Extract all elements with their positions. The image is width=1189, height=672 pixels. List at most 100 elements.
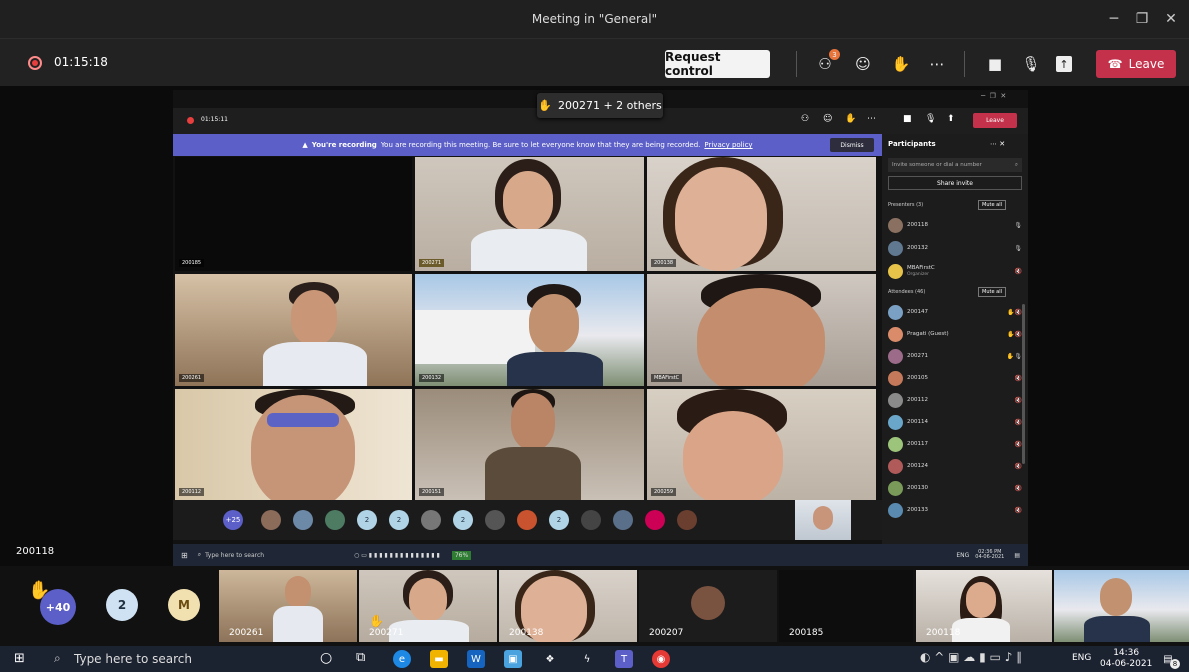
avatar[interactable]: 2 [357, 510, 377, 530]
mute-all-button[interactable]: Mute all [978, 287, 1006, 297]
dropbox-icon[interactable]: ❖ [541, 650, 559, 668]
avatar[interactable]: 2 [389, 510, 409, 530]
participant-row[interactable]: 200105 🔇 [888, 367, 1022, 389]
privacy-link[interactable]: Privacy policy [704, 141, 752, 149]
participant-row[interactable]: Pragati (Guest) ✋🔇 [888, 323, 1022, 345]
reactions-icon[interactable]: ✋ [845, 114, 856, 124]
dismiss-button[interactable]: Dismiss [830, 138, 874, 152]
request-control-button[interactable]: Request control [665, 50, 770, 78]
windows-taskbar: ⊞ ⌕ Type here to search ○ ⧉ e ▬ W ▣ ❖ ϟ … [0, 646, 1189, 672]
participant-row[interactable]: 200117 🔇 [888, 433, 1022, 455]
participant-row[interactable]: 200271 ✋🎙 [888, 345, 1022, 367]
avatar[interactable]: 2 [106, 589, 138, 621]
language-indicator[interactable]: ENG [1072, 653, 1091, 663]
avatar[interactable]: M [168, 589, 200, 621]
recording-icon [187, 117, 194, 124]
avatar[interactable] [645, 510, 665, 530]
store-icon[interactable]: ▣ [504, 650, 522, 668]
video-tile[interactable]: 200261 [175, 274, 412, 386]
avatar[interactable] [293, 510, 313, 530]
overflow-avatar[interactable]: +25 [223, 510, 243, 530]
avatar[interactable] [581, 510, 601, 530]
avatar[interactable] [677, 510, 697, 530]
cortana-icon[interactable]: ○ [320, 650, 332, 666]
video-tile[interactable] [1054, 570, 1189, 642]
video-tile[interactable]: 200259 [647, 389, 876, 500]
video-tile[interactable]: 200132 [415, 274, 644, 386]
more-options-icon[interactable]: ⋯ [924, 51, 950, 77]
edge-icon[interactable]: e [393, 650, 411, 668]
avatar[interactable] [517, 510, 537, 530]
lightning-icon[interactable]: ϟ [578, 650, 596, 668]
notification-icon[interactable]: ▤ [1014, 552, 1020, 559]
video-tile[interactable]: MBAFirstC [647, 274, 876, 386]
battery-indicator: 76% [451, 550, 472, 560]
participant-row[interactable]: 200132 🎙 [888, 237, 1022, 259]
inner-leave-button[interactable]: Leave [973, 113, 1017, 128]
video-tile[interactable]: 200185 [175, 157, 412, 271]
file-explorer-icon[interactable]: ▬ [430, 650, 448, 668]
share-screen-icon[interactable]: ↑ [1056, 56, 1072, 72]
avatar[interactable]: 2 [453, 510, 473, 530]
video-tile[interactable]: 200261 [219, 570, 357, 642]
invite-input[interactable]: Invite someone or dial a number ⌕ [888, 158, 1022, 172]
inner-search-box[interactable]: Type here to search [205, 552, 264, 559]
camera-icon[interactable]: ■ [903, 114, 912, 124]
avatar[interactable] [613, 510, 633, 530]
reactions-icon[interactable]: ✋ [888, 51, 914, 77]
mute-all-button[interactable]: Mute all [978, 200, 1006, 210]
participants-icon[interactable]: ⚇ [801, 114, 809, 124]
system-tray-icons[interactable]: ◐ ^ ▣ ☁ ▮ ▭ ♪ ∥ [920, 650, 1022, 664]
more-options-icon[interactable]: ⋯ [867, 114, 876, 124]
meeting-timer: 01:15:18 [54, 55, 108, 69]
avatar[interactable]: 2 [549, 510, 569, 530]
participant-row[interactable]: MBAFirstC Organizer 🔇 [888, 260, 1022, 282]
video-tile[interactable]: ✋ 200271 [359, 570, 497, 642]
divider [796, 51, 797, 77]
tile-label: 200185 [789, 628, 824, 638]
camera-icon[interactable]: ■ [982, 51, 1008, 77]
participant-row[interactable]: 200124 🔇 [888, 455, 1022, 477]
avatar[interactable] [325, 510, 345, 530]
microphone-icon[interactable]: 🎙 [1018, 51, 1044, 77]
video-tile[interactable]: 200185 [779, 570, 913, 642]
teams-icon[interactable]: T [615, 650, 633, 668]
taskbar-search-box[interactable]: Type here to search [74, 652, 192, 666]
participant-row[interactable]: 200118 🎙 [888, 214, 1022, 236]
video-tile[interactable]: 200207 [639, 570, 777, 642]
close-icon[interactable]: ✕ [1153, 0, 1189, 38]
microphone-icon[interactable]: 🎙 [925, 114, 936, 124]
panel-scrollbar[interactable] [1022, 304, 1025, 464]
windows-start-icon[interactable]: ⊞ [14, 651, 25, 666]
participant-name: 200124 [907, 463, 928, 469]
avatar[interactable] [421, 510, 441, 530]
inner-avatar-row: +25 2 2 2 2 [173, 500, 882, 540]
participant-row[interactable]: 200130 🔇 [888, 477, 1022, 499]
participant-row[interactable]: 200112 🔇 [888, 389, 1022, 411]
chrome-icon[interactable]: ◉ [652, 650, 670, 668]
video-tile[interactable]: 200151 [415, 389, 644, 500]
video-tile[interactable]: 200138 [647, 157, 876, 271]
video-tile[interactable]: 200271 [415, 157, 644, 271]
video-tile[interactable]: 200112 [175, 389, 412, 500]
windows-start-icon[interactable]: ⊞ [181, 551, 188, 560]
participants-icon[interactable]: ⚇ 3 [812, 49, 840, 77]
participant-name: 200117 [907, 441, 928, 447]
avatar[interactable] [261, 510, 281, 530]
video-tile[interactable]: 200118 [916, 570, 1052, 642]
share-screen-icon[interactable]: ⬆ [947, 114, 955, 124]
share-invite-button[interactable]: Share invite [888, 176, 1022, 190]
notification-center-icon[interactable]: ▤ 8 [1160, 651, 1180, 669]
panel-more-icon[interactable]: ⋯ ✕ [990, 140, 1005, 148]
chat-icon[interactable]: ☺ [823, 114, 832, 124]
video-tile[interactable]: 200138 [499, 570, 637, 642]
raised-hand-popup: ✋ 200271 + 2 others [537, 93, 663, 118]
avatar[interactable] [485, 510, 505, 530]
word-icon[interactable]: W [467, 650, 485, 668]
leave-button[interactable]: ☎ Leave [1096, 50, 1176, 78]
participant-row[interactable]: 200147 ✋🔇 [888, 301, 1022, 323]
participant-row[interactable]: 200133 🔇 [888, 499, 1022, 521]
chat-icon[interactable]: ☺ [850, 51, 876, 77]
participant-row[interactable]: 200114 🔇 [888, 411, 1022, 433]
task-view-icon[interactable]: ⧉ [356, 650, 365, 665]
